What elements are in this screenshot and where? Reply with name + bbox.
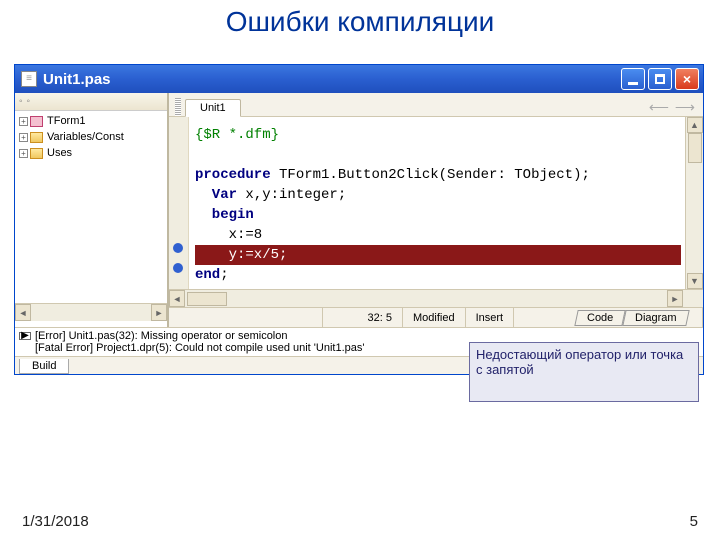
structure-tree[interactable]: + TForm1 + Variables/Const + Uses [15,111,167,163]
nav-forward-icon[interactable]: ⟶ [675,99,695,116]
tab-diagram[interactable]: Diagram [623,310,690,326]
scroll-down-button[interactable]: ▼ [687,273,703,289]
tree-item[interactable]: + Variables/Const [17,129,165,145]
tree-label: TForm1 [47,115,86,127]
window-title: Unit1.pas [43,71,621,88]
tree-label: Variables/Const [47,131,124,143]
maximize-button[interactable] [648,68,672,90]
minimize-button[interactable] [621,68,645,90]
document-icon: ≡ [21,71,37,87]
tab-unit1[interactable]: Unit1 [185,99,241,117]
slide-date: 1/31/2018 [22,513,89,530]
semicolon: ; [220,267,228,283]
tree-item[interactable]: + TForm1 [17,113,165,129]
marker-icon: ▶ [19,332,31,340]
close-button[interactable]: × [675,68,699,90]
fold-marker-icon[interactable] [173,263,183,273]
expand-icon[interactable]: + [19,117,28,126]
folder-icon [30,132,43,143]
slide-page-number: 5 [690,513,698,530]
code-editor[interactable]: {$R *.dfm} procedure TForm1.Button2Click… [169,117,703,289]
keyword-var: Var [195,187,237,203]
tree-expand-icon[interactable]: ◦ [27,97,31,107]
directive-text: {$R *.dfm} [195,127,279,143]
scroll-right-button[interactable]: ► [667,290,683,307]
status-modified: Modified [403,308,466,327]
editor-tabs: Unit1 ⟵ ⟶ [169,93,703,117]
fatal-error-message: [Fatal Error] Project1.dpr(5): Could not… [35,342,364,354]
keyword-begin: begin [195,207,254,223]
error-message: [Error] Unit1.pas(32): Missing operator … [35,330,364,342]
tree-collapse-icon[interactable]: ◦ [19,97,23,107]
scroll-left-button[interactable]: ◄ [169,290,185,307]
slide-title: Ошибки компиляции [0,0,720,46]
keyword-end: end [195,267,220,283]
status-position: 32: 5 [323,308,403,327]
messages-pane[interactable]: ▶ [Error] Unit1.pas(32): Missing operato… [15,327,703,356]
scroll-up-button[interactable]: ▲ [687,117,703,133]
status-bar: 32: 5 Modified Insert Code Diagram [169,307,703,327]
editor-pane: Unit1 ⟵ ⟶ {$R *.dfm} procedure TForm1.Bu… [169,93,703,327]
var-decl: x,y:integer; [237,187,346,203]
status-insert: Insert [466,308,515,327]
structure-toolbar: ◦ ◦ [15,93,167,111]
nav-back-icon[interactable]: ⟵ [649,99,669,116]
editor-hscroll[interactable]: ◄ ► [169,289,703,307]
expand-icon[interactable]: + [19,133,28,142]
code-line: x:=8 [195,227,262,243]
expand-icon[interactable]: + [19,149,28,158]
tree-item[interactable]: + Uses [17,145,165,161]
tooltip-callout: Недостающий оператор или точка с запятой [469,342,699,402]
code-text[interactable]: {$R *.dfm} procedure TForm1.Button2Click… [189,117,685,289]
folder-icon [30,148,43,159]
form-icon [30,116,43,127]
editor-vscroll[interactable]: ▲ ▼ [685,117,703,289]
ide-window: ≡ Unit1.pas × ◦ ◦ + TForm1 + [14,64,704,375]
keyword-procedure: procedure [195,167,271,183]
scroll-right-button[interactable]: ► [151,304,167,321]
proc-signature: TForm1.Button2Click(Sender: TObject); [271,167,590,183]
structure-pane: ◦ ◦ + TForm1 + Variables/Const + Uses [15,93,169,327]
fold-marker-icon[interactable] [173,243,183,253]
tree-label: Uses [47,147,72,159]
tab-code[interactable]: Code [574,310,626,326]
tab-grip-icon[interactable] [175,98,181,116]
scroll-left-button[interactable]: ◄ [15,304,31,321]
error-highlight-line: y:=x/5; [195,245,681,265]
scroll-thumb[interactable] [187,292,227,306]
tab-build[interactable]: Build [19,359,69,374]
titlebar[interactable]: ≡ Unit1.pas × [15,65,703,93]
editor-gutter[interactable] [169,117,189,289]
structure-hscroll[interactable]: ◄ ► [15,303,167,321]
scroll-thumb[interactable] [688,133,702,163]
